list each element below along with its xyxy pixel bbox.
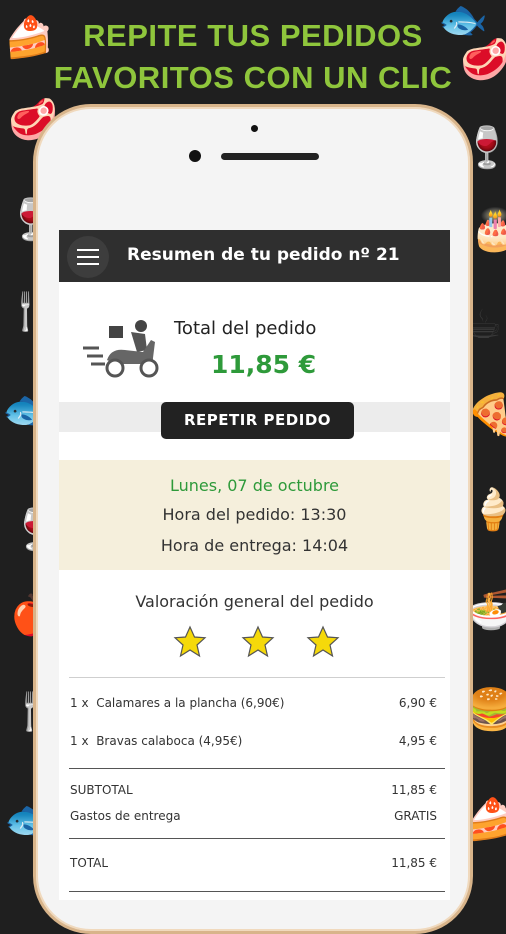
item-price: 4,95 € xyxy=(398,734,437,748)
delivery-scooter-icon xyxy=(83,320,159,378)
delivery-fee-label: Gastos de entrega xyxy=(70,809,181,823)
star-icon[interactable] xyxy=(306,625,340,659)
total-label: TOTAL xyxy=(70,856,109,870)
separator xyxy=(69,891,445,892)
page-title: Resumen de tu pedido nº 21 xyxy=(127,245,400,265)
menu-button[interactable] xyxy=(67,236,109,278)
star-icon[interactable] xyxy=(173,625,207,659)
rating-label: Valoración general del pedido xyxy=(135,592,374,611)
order-date-box: Lunes, 07 de octubre Hora del pedido: 13… xyxy=(59,460,450,570)
order-total-value: 11,85 € xyxy=(211,350,317,379)
delivery-fee-value: GRATIS xyxy=(394,809,437,823)
delivery-time: Hora de entrega: 14:04 xyxy=(160,536,349,555)
order-time: Hora del pedido: 13:30 xyxy=(162,505,347,524)
hamburger-icon-line xyxy=(77,249,99,251)
subtotal-row: SUBTOTAL 11,85 € xyxy=(70,783,437,797)
separator xyxy=(69,768,445,769)
hamburger-icon-line xyxy=(77,256,99,258)
star-icon[interactable] xyxy=(241,625,275,659)
app-screen: Resumen de tu pedido nº 21 Total del ped… xyxy=(59,230,450,900)
order-date: Lunes, 07 de octubre xyxy=(169,476,340,495)
order-item-row: 1 x Bravas calaboca (4,95€) 4,95 € xyxy=(70,734,437,748)
order-total-label: Total del pedido xyxy=(174,318,317,339)
ice-cream-icon: 🍦 xyxy=(468,487,506,533)
item-name: Bravas calaboca (4,95€) xyxy=(96,734,243,748)
separator xyxy=(69,677,445,678)
total-row: TOTAL 11,85 € xyxy=(70,856,437,870)
headline-line-1: REPITE TUS PEDIDOS xyxy=(83,18,423,53)
repeat-order-button[interactable]: REPETIR PEDIDO xyxy=(161,402,354,439)
item-qty: 1 x xyxy=(70,696,89,710)
headline-line-2: FAVORITOS CON UN CLIC xyxy=(53,60,453,95)
hamburger-icon-line xyxy=(77,263,99,265)
phone-speaker xyxy=(221,153,319,160)
birthday-cake-icon: 🎂 xyxy=(470,207,506,253)
item-qty: 1 x xyxy=(70,734,89,748)
phone-camera xyxy=(189,150,201,162)
subtotal-value: 11,85 € xyxy=(391,783,437,797)
item-price: 6,90 € xyxy=(398,696,437,710)
delivery-fee-row: Gastos de entrega GRATIS xyxy=(70,809,437,823)
order-item-row: 1 x Calamares a la plancha (6,90€) 6,90 … xyxy=(70,696,437,710)
subtotal-label: SUBTOTAL xyxy=(70,783,133,797)
total-value: 11,85 € xyxy=(391,856,437,870)
app-bar: Resumen de tu pedido nº 21 xyxy=(59,230,450,282)
item-name: Calamares a la plancha (6,90€) xyxy=(96,696,285,710)
separator xyxy=(69,838,445,839)
phone-sensor xyxy=(251,125,258,132)
